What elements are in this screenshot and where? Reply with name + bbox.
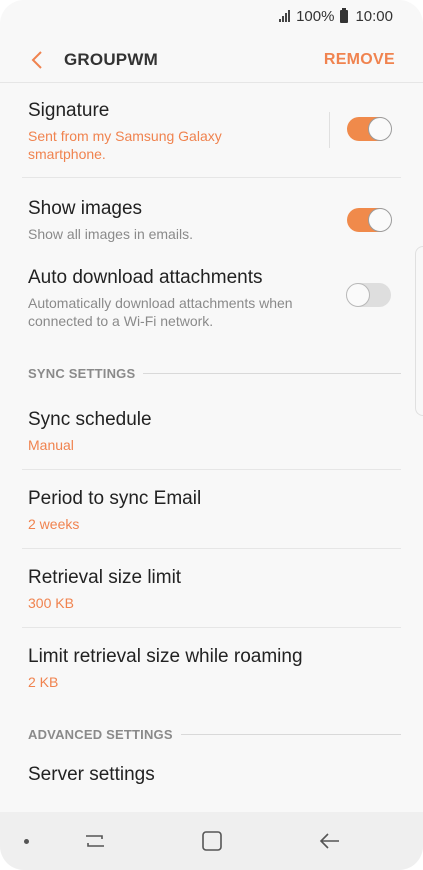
battery-percent: 100% [296, 7, 335, 25]
server-settings-label: Server settings [28, 764, 155, 785]
sync-schedule-label: Sync schedule [28, 409, 152, 430]
retrieval-roaming-row[interactable]: Limit retrieval size while roaming 2 KB [0, 628, 423, 716]
remove-button[interactable]: REMOVE [324, 51, 395, 69]
retrieval-limit-value: 300 KB [28, 595, 74, 611]
clock: 10:00 [355, 7, 393, 25]
status-bar: 100% 10:00 [0, 0, 423, 32]
page-title: GROUPWM [64, 50, 158, 69]
battery-icon [340, 7, 349, 23]
period-sync-row[interactable]: Period to sync Email 2 weeks [0, 470, 423, 548]
auto-download-desc: Automatically download attachments when … [28, 295, 293, 329]
retrieval-limit-row[interactable]: Retrieval size limit 300 KB [0, 549, 423, 627]
signature-value: Sent from my Samsung Galaxy smartphone. [28, 128, 222, 162]
signature-toggle[interactable] [347, 117, 392, 141]
show-images-label: Show images [28, 198, 143, 219]
settings-list: Signature Sent from my Samsung Galaxy sm… [0, 86, 423, 804]
recent-apps-icon[interactable] [82, 828, 108, 854]
advanced-settings-title: ADVANCED SETTINGS [28, 726, 173, 742]
show-images-row[interactable]: Show images Show all images in emails. [0, 178, 423, 255]
app-bar: GROUPWM REMOVE [0, 38, 423, 82]
retrieval-limit-label: Retrieval size limit [28, 567, 182, 588]
sync-schedule-value: Manual [28, 437, 74, 453]
appbar-divider [0, 82, 423, 83]
show-images-desc: Show all images in emails. [28, 226, 193, 242]
navigation-bar [0, 812, 423, 870]
period-sync-value: 2 weeks [28, 516, 80, 532]
signature-label: Signature [28, 100, 110, 121]
home-icon[interactable] [199, 828, 225, 854]
phone-screen: 100% 10:00 GROUPWM REMOVE Signature Sent… [0, 0, 423, 870]
advanced-settings-header: ADVANCED SETTINGS [0, 716, 423, 752]
auto-download-row[interactable]: Auto download attachments Automatically … [0, 255, 423, 355]
edge-panel-handle[interactable] [415, 246, 423, 416]
sync-settings-header: SYNC SETTINGS [0, 355, 423, 391]
auto-download-label: Auto download attachments [28, 267, 263, 288]
hide-nav-dot-icon[interactable] [24, 839, 29, 844]
server-settings-row[interactable]: Server settings [0, 752, 423, 804]
back-nav-icon[interactable] [317, 828, 343, 854]
row-separator [329, 112, 330, 148]
period-sync-label: Period to sync Email [28, 488, 202, 509]
signature-row[interactable]: Signature Sent from my Samsung Galaxy sm… [0, 86, 423, 177]
retrieval-roaming-value: 2 KB [28, 674, 59, 690]
sync-schedule-row[interactable]: Sync schedule Manual [0, 391, 423, 469]
retrieval-roaming-label: Limit retrieval size while roaming [28, 646, 303, 667]
show-images-toggle[interactable] [347, 208, 392, 232]
signal-icon [279, 10, 291, 22]
sync-settings-title: SYNC SETTINGS [28, 365, 136, 381]
auto-download-toggle[interactable] [346, 283, 391, 307]
back-arrow-icon[interactable] [28, 50, 48, 70]
